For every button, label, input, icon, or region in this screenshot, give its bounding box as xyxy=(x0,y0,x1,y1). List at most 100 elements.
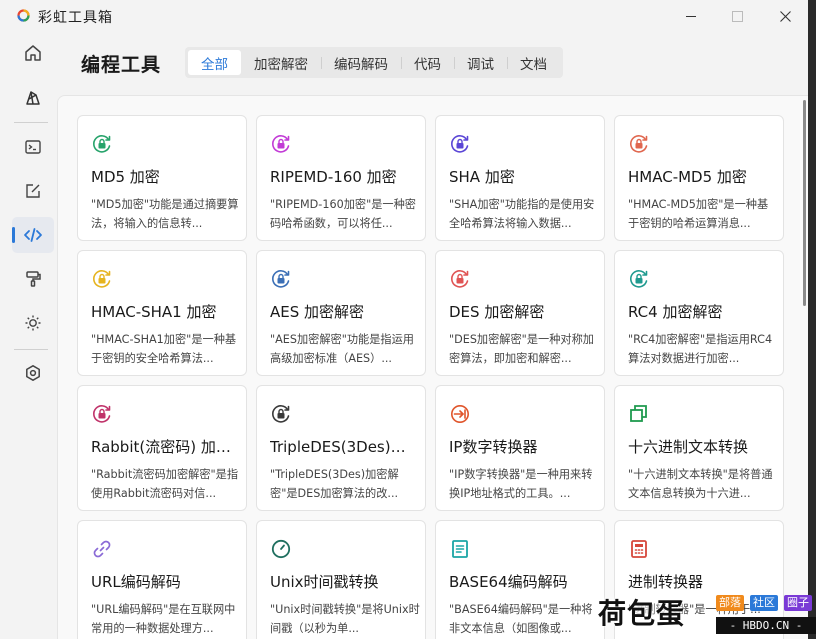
tool-card[interactable]: DES 加密解密 "DES加密解密"是一种对称加密算法，即加密和解密... xyxy=(435,250,605,376)
app-logo-icon xyxy=(17,9,30,22)
sun-icon xyxy=(25,315,41,331)
tab-encrypt-decrypt[interactable]: 加密解密 xyxy=(241,50,321,75)
tool-card[interactable]: MD5 加密 "MD5加密"功能是通过摘要算法，将输入的信息转... xyxy=(77,115,247,241)
tool-card[interactable]: SHA 加密 "SHA加密"功能指的是使用安全哈希算法将输入数据... xyxy=(435,115,605,241)
app-window: 彩虹工具箱 编程工具 全部 加密解密 编码解码 代码 调试 文档 MD5 加密 … xyxy=(0,0,808,639)
tool-card-title: Rabbit(流密码) 加密解密 xyxy=(91,438,239,456)
tool-card-title: RC4 加密解密 xyxy=(628,303,723,321)
sidebar xyxy=(0,32,56,639)
close-button[interactable] xyxy=(762,0,808,32)
tool-card-description: "MD5加密"功能是通过摘要算法，将输入的信息转... xyxy=(91,198,239,230)
tool-card-title: AES 加密解密 xyxy=(270,303,365,321)
lock-refresh-icon xyxy=(271,270,290,288)
tool-card[interactable]: 十六进制文本转换 "十六进制文本转换"是将普通文本信息转换为十六进... xyxy=(614,385,784,511)
lock-refresh-icon xyxy=(271,405,290,423)
terminal-icon xyxy=(25,140,41,154)
lock-refresh-icon xyxy=(450,270,469,288)
link-icon xyxy=(93,540,111,558)
tool-card-title: MD5 加密 xyxy=(91,168,160,186)
sidebar-item-rainbow[interactable] xyxy=(12,80,54,116)
tool-card-description: "Rabbit流密码加密解密"是指使用Rabbit流密码对信... xyxy=(91,468,239,500)
tool-card-description: "SHA加密"功能指的是使用安全哈希算法将输入数据... xyxy=(449,198,595,230)
home-icon xyxy=(25,45,41,61)
minimize-icon xyxy=(685,15,696,17)
sidebar-divider xyxy=(14,122,48,123)
tool-card-title: 进制转换器 xyxy=(628,573,704,591)
tool-card-description: "AES加密解密"功能是指运用高级加密标准（AES）... xyxy=(270,333,414,365)
tool-card-title: 十六进制文本转换 xyxy=(628,438,749,456)
tool-card[interactable]: AES 加密解密 "AES加密解密"功能是指运用高级加密标准（AES）... xyxy=(256,250,426,376)
tool-card-description: "TripleDES(3Des)加密解密"是DES加密算法的改... xyxy=(270,468,399,500)
copy-squares-icon xyxy=(630,405,647,422)
sidebar-item-settings[interactable] xyxy=(12,355,54,391)
tab-encode-decode[interactable]: 编码解码 xyxy=(321,50,401,75)
app-title: 彩虹工具箱 xyxy=(38,10,113,26)
tool-card-description: "Unix时间戳转换"是将Unix时间戳（以秒为单... xyxy=(270,603,420,635)
watermark-url: - HBDO.CN - xyxy=(716,617,816,634)
lock-refresh-icon xyxy=(271,135,290,153)
paint-roller-icon xyxy=(26,271,41,287)
tool-card-title: RIPEMD-160 加密 xyxy=(270,168,397,186)
tool-card-title: DES 加密解密 xyxy=(449,303,545,321)
lock-refresh-icon xyxy=(629,270,648,288)
lock-refresh-icon xyxy=(92,135,111,153)
tool-card[interactable]: Unix时间戳转换 "Unix时间戳转换"是将Unix时间戳（以秒为单... xyxy=(256,520,426,639)
watermark-tag: 社区 xyxy=(750,595,778,611)
vertical-scrollbar[interactable] xyxy=(803,100,806,306)
tool-card-description: "URL编码解码"是在互联网中常用的一种数据处理方... xyxy=(91,603,236,635)
settings-icon xyxy=(26,365,40,381)
tool-card[interactable]: IP数字转换器 "IP数字转换器"是一种用来转换IP地址格式的工具。... xyxy=(435,385,605,511)
tool-card-description: "RIPEMD-160加密"是一种密码哈希函数，可以将任... xyxy=(270,198,416,230)
sidebar-item-paint[interactable] xyxy=(12,261,54,297)
lock-refresh-icon xyxy=(450,135,469,153)
tool-card-description: "RC4加密解密"是指运用RC4算法对数据进行加密... xyxy=(628,333,773,365)
tool-card[interactable]: RIPEMD-160 加密 "RIPEMD-160加密"是一种密码哈希函数，可以将… xyxy=(256,115,426,241)
tab-debug[interactable]: 调试 xyxy=(454,50,507,75)
lock-refresh-icon xyxy=(629,135,648,153)
watermark-main-text: 荷包蛋 xyxy=(598,597,686,630)
sidebar-item-edit[interactable] xyxy=(12,173,54,209)
tool-card-description: "BASE64编码解码"是一种将非文本信息（如图像或... xyxy=(449,603,593,635)
tool-card-description: "IP数字转换器"是一种用来转换IP地址格式的工具。... xyxy=(449,468,593,500)
document-icon xyxy=(452,540,468,558)
sidebar-divider xyxy=(14,349,48,350)
code-icon xyxy=(24,228,42,242)
watermark-tag: 部落 xyxy=(716,595,744,611)
clock-icon xyxy=(271,539,291,559)
calculator-icon xyxy=(631,540,647,558)
tool-card-title: BASE64编码解码 xyxy=(449,573,568,591)
category-tabs: 全部 加密解密 编码解码 代码 调试 文档 xyxy=(185,47,563,78)
tool-card-description: "DES加密解密"是一种对称加密算法，即加密和解密... xyxy=(449,333,594,365)
watermark-tag: 圈子 xyxy=(784,595,812,611)
title-bar: 彩虹工具箱 xyxy=(0,0,808,32)
tool-card-title: Unix时间戳转换 xyxy=(270,573,379,591)
rainbow-icon xyxy=(26,91,40,105)
close-icon xyxy=(779,10,791,22)
lock-refresh-icon xyxy=(92,405,111,423)
tool-card-title: SHA 加密 xyxy=(449,168,515,186)
sidebar-item-home[interactable] xyxy=(12,35,54,71)
tool-card[interactable]: HMAC-SHA1 加密 "HMAC-SHA1加密"是一种基于密钥的安全哈希算法.… xyxy=(77,250,247,376)
tool-card-title: IP数字转换器 xyxy=(449,438,538,456)
maximize-button[interactable] xyxy=(714,0,760,32)
tool-card[interactable]: BASE64编码解码 "BASE64编码解码"是一种将非文本信息（如图像或... xyxy=(435,520,605,639)
tab-all[interactable]: 全部 xyxy=(188,50,241,75)
tool-card[interactable]: URL编码解码 "URL编码解码"是在互联网中常用的一种数据处理方... xyxy=(77,520,247,639)
minimize-button[interactable] xyxy=(668,0,714,32)
tool-card[interactable]: HMAC-MD5 加密 "HMAC-MD5加密"是一种基于密钥的哈希运算消息... xyxy=(614,115,784,241)
sidebar-item-terminal[interactable] xyxy=(12,129,54,165)
tool-card[interactable]: Rabbit(流密码) 加密解密 "Rabbit流密码加密解密"是指使用Rabbi… xyxy=(77,385,247,511)
tool-card-description: "HMAC-SHA1加密"是一种基于密钥的安全哈希算法... xyxy=(91,333,237,365)
sidebar-item-code[interactable] xyxy=(12,217,54,253)
tab-code[interactable]: 代码 xyxy=(401,50,454,75)
tool-card-title: HMAC-MD5 加密 xyxy=(628,168,747,186)
lock-refresh-icon xyxy=(92,270,111,288)
login-arrow-icon xyxy=(451,405,469,423)
tool-card-title: TripleDES(3Des)加密解密 xyxy=(270,438,418,456)
background-edge xyxy=(808,0,816,639)
tool-card[interactable]: TripleDES(3Des)加密解密 "TripleDES(3Des)加密解密"… xyxy=(256,385,426,511)
tool-grid: MD5 加密 "MD5加密"功能是通过摘要算法，将输入的信息转... RIPEMD-… xyxy=(57,95,808,639)
tab-docs[interactable]: 文档 xyxy=(507,50,560,75)
tool-card[interactable]: RC4 加密解密 "RC4加密解密"是指运用RC4算法对数据进行加密... xyxy=(614,250,784,376)
sidebar-item-theme[interactable] xyxy=(12,305,54,341)
